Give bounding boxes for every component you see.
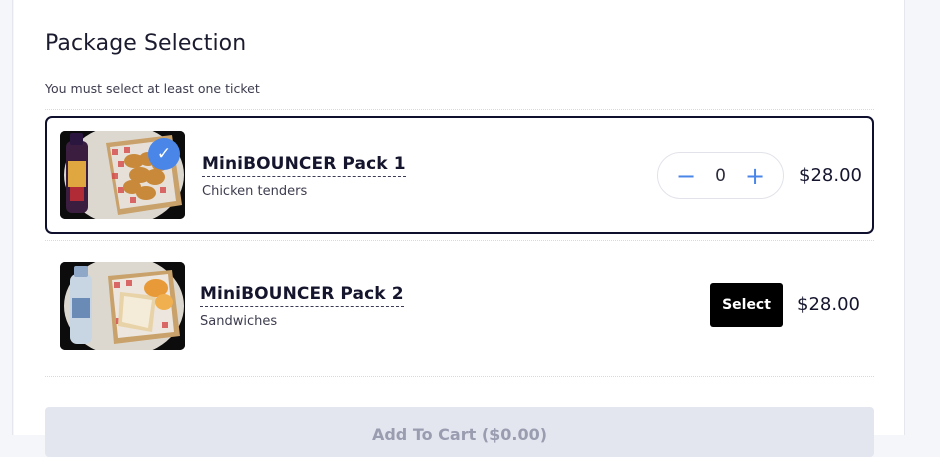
package-card-1[interactable]: ✓ MiniBOUNCER Pack 1 Chicken tenders − 0…: [45, 116, 874, 234]
increment-button[interactable]: +: [745, 164, 765, 188]
divider: [45, 376, 874, 377]
divider: [45, 240, 874, 241]
page-right-gutter: [904, 0, 940, 435]
package-1-name[interactable]: MiniBOUNCER Pack 1: [202, 154, 406, 177]
quantity-value: 0: [715, 165, 726, 186]
package-1-price: $28.00: [799, 165, 862, 186]
select-button[interactable]: Select: [710, 283, 783, 327]
package-card-2[interactable]: MiniBOUNCER Pack 2 Sandwiches Select $28…: [45, 247, 874, 365]
package-1-description: Chicken tenders: [202, 184, 308, 199]
quantity-stepper: − 0 +: [657, 152, 784, 199]
package-selection-panel: Package Selection You must select at lea…: [14, 0, 904, 457]
divider: [45, 109, 874, 110]
package-2-description: Sandwiches: [200, 314, 278, 329]
package-2-image: [60, 262, 185, 350]
package-2-name[interactable]: MiniBOUNCER Pack 2: [200, 284, 404, 307]
section-subtitle: You must select at least one ticket: [45, 81, 260, 96]
decrement-button[interactable]: −: [676, 164, 696, 188]
page-left-gutter: [0, 0, 13, 435]
section-title: Package Selection: [45, 31, 247, 56]
add-to-cart-button[interactable]: Add To Cart ($0.00): [45, 407, 874, 457]
selected-check-icon: ✓: [148, 138, 180, 170]
package-2-price: $28.00: [797, 294, 860, 315]
